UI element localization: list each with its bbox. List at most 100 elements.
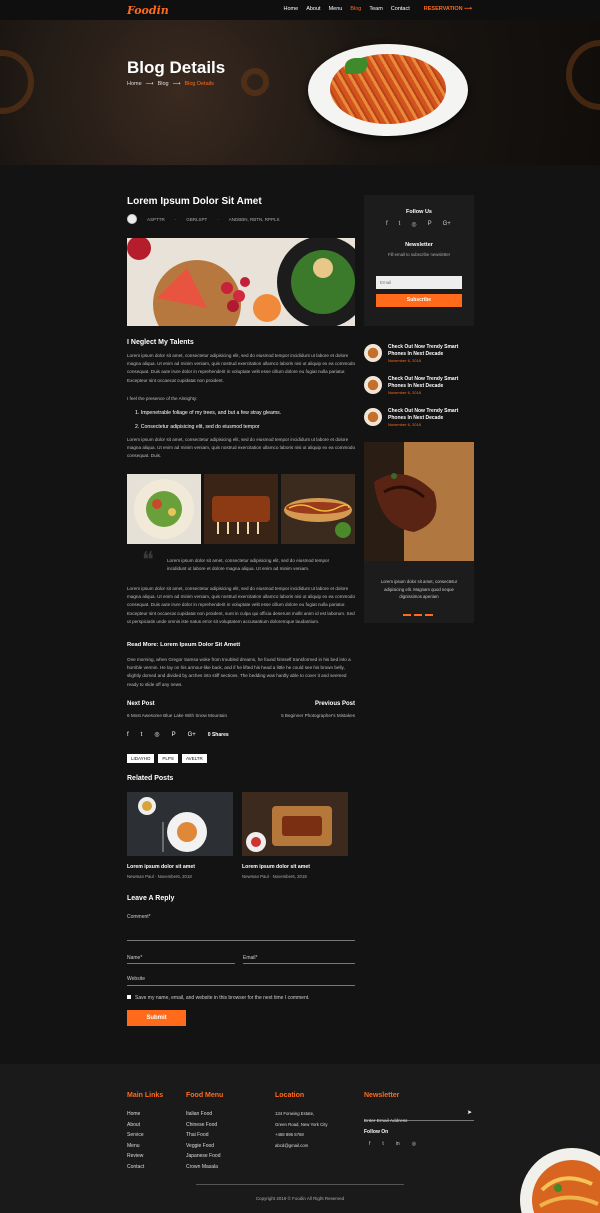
instagram-icon[interactable]: ◎ [411, 221, 416, 228]
footer-link[interactable]: Menu [127, 1141, 163, 1152]
post-paragraph: Lorem ipsum dolor sit amet, consectetur … [127, 353, 356, 383]
decor-ring [0, 50, 34, 114]
breadcrumb-home[interactable]: Home [127, 81, 142, 87]
recent-post[interactable]: Check Out Now Trendy Smart Phones In Nex… [364, 344, 468, 363]
meta-author[interactable]: ASPTTR [147, 217, 165, 222]
footer-link[interactable]: Veggie Food [186, 1141, 223, 1152]
copyright: Copyright 2019 © Foodin All Right Reserv… [255, 1196, 345, 1201]
footer-link[interactable]: Service [127, 1130, 163, 1141]
newsletter-subtext: Fill email to subscribe newsletter [387, 252, 451, 257]
recent-post-title[interactable]: Check Out Now Trendy Smart Phones In Nex… [388, 344, 468, 357]
top-navbar: Foodin Home About Menu Blog Team Contact… [0, 0, 600, 20]
read-more-link[interactable]: Read More: Lorem Ipsum Dolor Sit Amett [127, 642, 240, 648]
footer-food-menu: Food Menu Italian Food Chinese Food Thai… [186, 1092, 223, 1173]
tumblr-icon[interactable]: t [399, 221, 401, 228]
recent-post-date: November 6, 2018 [388, 422, 421, 427]
comment-field[interactable] [127, 940, 355, 941]
reservation-link[interactable]: RESERVATION ⟶ [424, 6, 472, 12]
footer-link[interactable]: Thai Food [186, 1130, 223, 1141]
footer-link[interactable]: Home [127, 1109, 163, 1120]
nav-link-blog[interactable]: Blog [350, 6, 361, 12]
footer-heading: Main Links [127, 1092, 164, 1099]
slider-dot[interactable] [425, 614, 433, 616]
website-field[interactable] [127, 985, 355, 986]
breadcrumb-blog[interactable]: Blog [158, 81, 169, 87]
footer-divider [196, 1184, 404, 1185]
phone-number[interactable]: +468 896 5768 [275, 1130, 328, 1141]
footer-location: Location 134 Fonwing Estate, Green Road,… [275, 1092, 328, 1151]
meta-category[interactable]: GBRLSPT [186, 217, 207, 222]
list-item: Impenetrable foliage of my trees, and bu… [135, 406, 355, 420]
email-label: Email* [243, 955, 258, 961]
footer-link[interactable]: Review [127, 1151, 163, 1162]
tag[interactable]: PLPS [158, 754, 178, 763]
slider-dot[interactable] [414, 614, 422, 616]
tag[interactable]: AVELTR [181, 754, 207, 763]
nav-link-contact[interactable]: Contact [391, 6, 410, 12]
send-icon[interactable]: ➤ [467, 1109, 472, 1116]
email-field[interactable] [243, 963, 355, 964]
nav-links: Home About Menu Blog Team Contact RESERV… [284, 6, 472, 12]
instagram-icon[interactable]: ◎ [154, 731, 159, 738]
breadcrumb: Home ⟶ Blog ⟶ Blog Details [127, 81, 214, 87]
footer-email-input[interactable]: Enter Email Address ➤ [364, 1109, 474, 1124]
recent-post-thumb [364, 376, 382, 394]
facebook-icon[interactable]: f [369, 1141, 370, 1147]
meta-separator: · [174, 216, 177, 222]
recent-post-title[interactable]: Check Out Now Trendy Smart Phones In Nex… [388, 376, 468, 389]
email-address[interactable]: abcd@gmail.com [275, 1141, 328, 1152]
recent-post[interactable]: Check Out Now Trendy Smart Phones In Nex… [364, 376, 468, 395]
nav-link-about[interactable]: About [306, 6, 320, 12]
pinterest-icon[interactable]: P [172, 732, 176, 738]
related-title-1[interactable]: Lorem ipsum dolor sit amet [127, 864, 195, 870]
testimonial-box: Lorem ipsum dolor sit amet, consectetur … [364, 561, 474, 623]
save-label: Save my name, email, and website in this… [135, 995, 310, 1001]
meta-tags[interactable]: ANDBBN, RBTN, RPPLS [229, 217, 280, 222]
next-post-link[interactable]: 6 Most Awesome Blue Lake With Snow Mount… [127, 713, 227, 718]
recent-post[interactable]: Check Out Now Trendy Smart Phones In Nex… [364, 408, 468, 427]
newsletter-email-input[interactable] [376, 276, 462, 289]
google-plus-icon[interactable]: G+ [188, 732, 196, 738]
related-image-2[interactable] [242, 792, 348, 856]
related-image-1[interactable] [127, 792, 233, 856]
nav-link-menu[interactable]: Menu [329, 6, 343, 12]
salad-illustration [134, 479, 194, 539]
facebook-icon[interactable]: f [386, 221, 388, 228]
nav-link-team[interactable]: Team [369, 6, 382, 12]
recent-post-title[interactable]: Check Out Now Trendy Smart Phones In Nex… [388, 408, 468, 421]
nav-link-home[interactable]: Home [284, 6, 299, 12]
footer-newsletter: Newsletter Enter Email Address ➤ Follow … [364, 1092, 474, 1147]
reply-heading: Leave A Reply [127, 895, 175, 902]
footer-link[interactable]: About [127, 1120, 163, 1131]
footer-link[interactable]: Crown Masala [186, 1162, 223, 1173]
pinterest-icon[interactable]: P [428, 221, 432, 228]
linkedin-icon[interactable]: in [396, 1141, 400, 1147]
hotdog-illustration [284, 498, 352, 538]
previous-post-link[interactable]: 5 Beginner Photographer's Mistakes [281, 713, 355, 718]
twitter-icon[interactable]: t [141, 732, 143, 738]
twitter-icon[interactable]: t [382, 1141, 383, 1147]
facebook-icon[interactable]: f [127, 732, 129, 738]
tag[interactable]: LIDAYHO [127, 754, 155, 763]
footer-link[interactable]: Japanese Food [186, 1151, 223, 1162]
share-bar: f t ◎ P G+ 0 Shares [127, 731, 229, 739]
save-checkbox[interactable] [127, 995, 131, 999]
instagram-icon[interactable]: ◎ [412, 1141, 416, 1147]
footer-email-placeholder: Enter Email Address [364, 1119, 408, 1124]
submit-button[interactable]: Submit [127, 1010, 186, 1026]
comment-label: Comment* [127, 914, 151, 920]
dinner-plate-illustration [138, 797, 207, 852]
footer-link[interactable]: Chinese Food [186, 1120, 223, 1131]
share-count: 0 Shares [207, 731, 229, 738]
arrow-icon: ⟶ [145, 81, 154, 87]
google-plus-icon[interactable]: G+ [443, 221, 451, 228]
subscribe-button[interactable]: Subscribe [376, 294, 462, 307]
slider-dot[interactable] [403, 614, 411, 616]
related-title-2[interactable]: Lorem ipsum dolor sit amet [242, 864, 310, 870]
site-logo[interactable]: Foodin [127, 4, 169, 17]
footer-heading: Location [275, 1092, 305, 1099]
footer-link[interactable]: Italian Food [186, 1109, 223, 1120]
footer-link[interactable]: Contact [127, 1162, 163, 1173]
salad-image [127, 474, 201, 544]
name-field[interactable] [127, 963, 235, 964]
